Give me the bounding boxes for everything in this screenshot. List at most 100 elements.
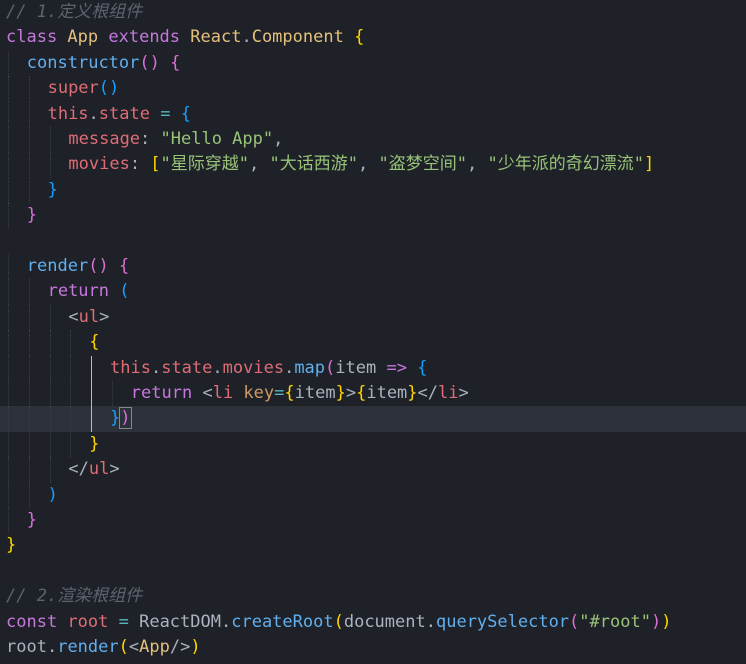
indent-guide <box>28 76 30 102</box>
code-line[interactable]: this.state.movies.map(item => { <box>0 355 746 381</box>
code-token: item <box>335 357 387 378</box>
code-token: } <box>407 383 418 403</box>
code-line[interactable]: return <li key={item}>{item}</li> <box>0 381 746 407</box>
code-token: > <box>109 459 120 480</box>
code-token: > <box>99 306 110 327</box>
indent-guide <box>49 381 51 407</box>
code-line[interactable]: message: "Hello App", <box>0 127 746 153</box>
code-line[interactable]: <ul> <box>0 304 746 331</box>
code-token: "大话西游" <box>269 154 358 175</box>
code-token: movies <box>222 357 285 378</box>
indent-guide <box>49 355 51 381</box>
code-token: < <box>68 306 79 327</box>
code-token: render <box>26 256 89 276</box>
code-line[interactable]: } <box>0 203 746 229</box>
code-line[interactable]: } <box>0 177 746 204</box>
indent-guide <box>49 406 51 432</box>
code-line[interactable]: { <box>0 330 746 356</box>
code-token: key <box>243 383 275 403</box>
code-editor[interactable]: // 1.定义根组件 class App extends React.Compon… <box>0 0 746 664</box>
indent-guide <box>8 381 9 407</box>
code-token: . <box>212 357 223 378</box>
code-token: . <box>46 637 58 657</box>
code-line[interactable]: this.state = { <box>0 101 746 127</box>
code-token: map <box>294 357 326 378</box>
indent-guide <box>49 304 51 331</box>
code-line[interactable]: const root = ReactDOM.createRoot(documen… <box>0 610 746 635</box>
code-line[interactable]: ) <box>0 482 746 508</box>
code-line[interactable]: root.render(<App/>) <box>0 635 746 660</box>
code-token: . <box>284 357 295 378</box>
code-token: { <box>89 332 100 353</box>
code-line[interactable]: </ul> <box>0 457 746 483</box>
indent-guide <box>70 381 72 407</box>
code-token: super <box>47 78 99 99</box>
code-token: ( <box>119 281 130 302</box>
indent-guide <box>70 330 72 356</box>
code-token: App <box>67 27 109 48</box>
code-token: render <box>57 637 119 657</box>
code-line[interactable]: return ( <box>0 279 746 305</box>
code-token: this <box>110 357 151 378</box>
indent-guide <box>8 76 9 102</box>
code-token: root <box>67 611 119 632</box>
indent-guide <box>28 457 30 483</box>
indent-guide <box>8 330 9 356</box>
code-token: ) <box>661 611 672 632</box>
indent-guide <box>49 431 51 458</box>
code-token: "#root" <box>579 611 651 632</box>
code-token: ) <box>47 484 58 505</box>
code-token: "Hello App" <box>160 129 274 149</box>
code-token: ( <box>333 611 344 632</box>
code-token: ) <box>190 637 201 657</box>
code-token: React <box>190 27 242 48</box>
code-token: = <box>274 383 285 403</box>
code-token: = <box>118 611 140 632</box>
code-token: ) <box>119 407 132 430</box>
code-line[interactable]: constructor() { <box>0 50 746 77</box>
code-token: = <box>149 103 181 124</box>
indent-guide <box>49 457 51 483</box>
code-line[interactable]: }) <box>0 406 746 432</box>
indent-guide <box>70 355 72 381</box>
indent-guide <box>8 152 9 178</box>
code-token: ( <box>325 357 336 378</box>
code-token: "星际穿越" <box>160 154 250 175</box>
indent-guide <box>28 101 30 127</box>
code-line[interactable]: class App extends React.Component { <box>0 25 746 50</box>
code-token: , <box>249 154 270 175</box>
code-token: > <box>458 383 469 403</box>
indent-guide <box>70 406 72 432</box>
indent-guide <box>28 127 30 153</box>
code-token: } <box>47 179 58 200</box>
indent-guide <box>8 50 9 77</box>
indent-guide <box>28 431 30 458</box>
indent-guide <box>8 355 9 381</box>
indent-guide <box>8 127 9 153</box>
code-line[interactable] <box>0 229 746 254</box>
indent-guide <box>70 431 72 458</box>
code-token: { <box>170 52 181 73</box>
code-line[interactable] <box>0 559 746 584</box>
code-line[interactable]: // 1.定义根组件 <box>0 0 746 25</box>
code-token: const <box>6 611 68 632</box>
code-token: </ <box>417 383 439 403</box>
indent-guide <box>8 279 9 305</box>
code-line[interactable]: } <box>0 431 746 458</box>
code-token: root <box>6 637 47 657</box>
indent-guide <box>8 457 9 483</box>
code-token: </ <box>68 459 89 480</box>
code-token: { <box>354 27 365 48</box>
code-token: class <box>6 27 68 48</box>
code-line[interactable]: render() { <box>0 254 746 280</box>
code-token: , <box>466 154 488 175</box>
code-token: < <box>202 383 213 403</box>
code-line[interactable]: // 2.渲染根组件 <box>0 584 746 609</box>
code-line[interactable]: super() <box>0 76 746 102</box>
code-line[interactable]: movies: ["星际穿越", "大话西游", "盗梦空间", "少年派的奇幻… <box>0 152 746 178</box>
code-line[interactable]: } <box>0 508 746 534</box>
code-line[interactable]: } <box>0 533 746 558</box>
code-token: state <box>161 357 213 378</box>
code-token: } <box>26 205 38 226</box>
indent-guide <box>8 431 9 458</box>
